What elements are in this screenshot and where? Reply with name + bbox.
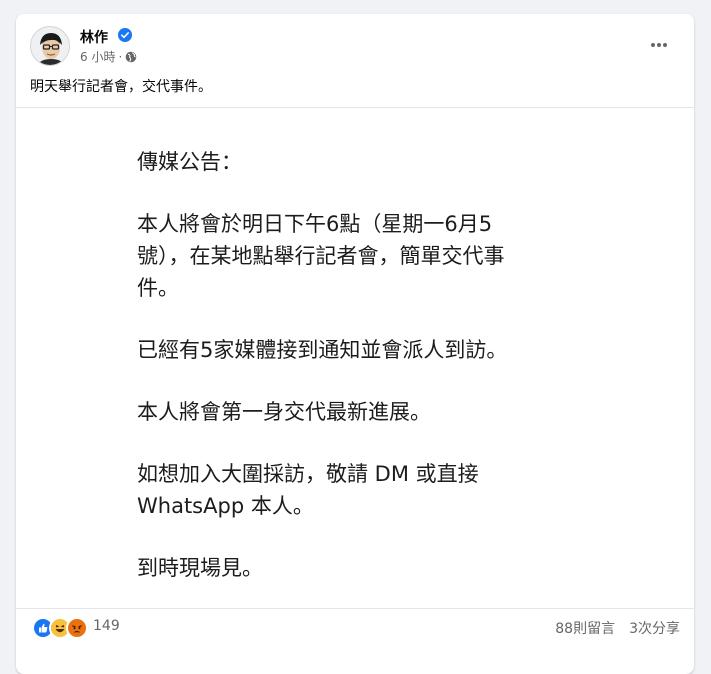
avatar-portrait-icon [31,27,69,65]
angry-icon [66,617,88,639]
comments-count-link[interactable]: 88則留言 [555,618,615,638]
globe-icon[interactable] [125,51,137,63]
post-image[interactable]: 傳媒公告： 本人將會於明日下午6點（星期一6月5 號），在某地點舉行記者會，簡單… [16,107,694,609]
author-name[interactable]: 林作 [80,27,108,47]
post-meta: 6 小時 · [80,48,137,65]
reactions-summary[interactable] [32,617,88,639]
notice-line: 如想加入大圍採訪，敬請 DM 或直接 [137,462,479,486]
avatar[interactable] [30,26,70,66]
notice-line: WhatsApp 本人。 [137,494,314,518]
meta-separator: · [118,49,123,64]
reaction-count[interactable]: 149 [93,618,120,634]
notice-line: 已經有5家媒體接到通知並會派人到訪。 [137,338,508,362]
more-options-icon [657,43,661,47]
post-footer: 149 88則留言 3次分享 [16,614,694,644]
post-timestamp[interactable]: 6 小時 [80,48,115,65]
notice-line: 本人將會第一身交代最新進展。 [137,400,431,424]
verified-badge-icon [118,28,132,42]
notice-line: 本人將會於明日下午6點（星期一6月5 [137,212,493,236]
post-header: 林作 6 小時 · [30,26,680,70]
engagement-stats: 88則留言 3次分享 [555,618,680,638]
more-options-icon [663,43,667,47]
more-options-button[interactable] [648,34,670,56]
more-options-icon [651,43,655,47]
notice-line: 件。 [137,276,179,300]
notice-heading: 傳媒公告： [137,150,242,174]
notice-text: 傳媒公告： 本人將會於明日下午6點（星期一6月5 號），在某地點舉行記者會，簡單… [137,146,557,584]
notice-line: 號），在某地點舉行記者會，簡單交代事 [137,244,505,268]
notice-line: 到時現場見。 [137,556,263,580]
post-card: 林作 6 小時 · 明天舉行記者會，交代事件。 傳媒公告： 本人將會於明日下午6… [16,14,694,674]
post-caption: 明天舉行記者會，交代事件。 [30,79,212,95]
shares-count-link[interactable]: 3次分享 [629,618,680,638]
